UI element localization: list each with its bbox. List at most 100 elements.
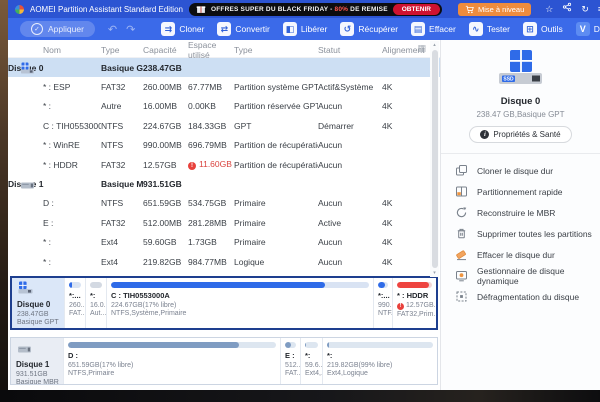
partition-block-winre[interactable]: *:... 990... NTF... — [373, 278, 392, 328]
apply-button[interactable]: ✓ Appliquer — [20, 21, 95, 37]
app-window: AOMEI Partition Assistant Standard Editi… — [8, 0, 600, 390]
disk1-visual-panel[interactable]: Disque 1 931.51GB Basique MBR D : 651.59… — [10, 337, 438, 385]
action-disk-defrag[interactable]: Défragmentation du disque — [455, 286, 600, 307]
defrag-icon — [455, 290, 468, 303]
cart-icon — [465, 5, 474, 14]
action-delete-all-partitions[interactable]: Supprimer toutes les partitions — [455, 223, 600, 244]
get-offer-button[interactable]: OBTENIR — [393, 4, 440, 15]
wipe-icon: ▤ — [411, 22, 425, 36]
sidebar-disk-title: Disque 0 — [441, 96, 600, 107]
partition-block-hddr[interactable]: * : HDDR !12.57GB.. FAT32,Prim... — [392, 278, 436, 328]
desktop-background — [0, 0, 8, 390]
ssd-disk-icon — [20, 62, 35, 76]
column-chooser-icon[interactable]: ▦ — [417, 43, 426, 54]
partition-block-c-drive[interactable]: C : TIH0553000A 224.67GB(17% libre) NTFS… — [106, 278, 373, 328]
action-quick-partition[interactable]: Partitionnement rapide — [455, 181, 600, 202]
title-bar: AOMEI Partition Assistant Standard Editi… — [8, 0, 600, 18]
toolbar-item-recover[interactable]: ↺ Récupérer — [340, 22, 398, 36]
share-icon[interactable] — [562, 0, 572, 18]
col-type2[interactable]: Type — [234, 45, 318, 55]
table-row-winre[interactable]: * : WinRE NTFS 990.00MB 696.79MB Partiti… — [8, 136, 440, 155]
hdd-disk-icon — [16, 342, 33, 354]
table-row-ext4-logical[interactable]: * : Ext4 219.82GB 984.77MB Logique Aucun… — [8, 252, 440, 271]
partition-block-ext4-primary[interactable]: *: 59.6... Ext4,... — [300, 338, 322, 384]
action-rebuild-mbr[interactable]: Reconstruire le MBR — [455, 202, 600, 223]
partition-block-d-drive[interactable]: D : 651.59GB(17% libre) NTFS,Primaire — [63, 338, 280, 384]
scroll-up-icon[interactable]: ▴ — [433, 41, 436, 49]
partition-block-e-drive[interactable]: E : 512... FAT... — [280, 338, 300, 384]
disk-map-panels: Disque 0 238.47GB Basique GPT *:... 260.… — [10, 276, 438, 385]
warning-icon: ! — [397, 303, 404, 310]
warning-icon: ! — [188, 162, 196, 170]
action-wipe-disk[interactable]: Effacer le disque dur — [455, 244, 600, 265]
toolbar-item-tools[interactable]: ⊞ Outils — [523, 22, 563, 36]
col-type[interactable]: Type — [101, 45, 143, 55]
disk0-info-block[interactable]: Disque 0 238.47GB Basique GPT — [12, 278, 64, 328]
taskbar-background — [0, 390, 600, 402]
sidebar-actions: Cloner le disque dur Partitionnement rap… — [441, 154, 600, 307]
promo-discount: 80% — [335, 6, 349, 13]
scroll-down-icon[interactable]: ▾ — [433, 269, 436, 277]
table-row-c-drive[interactable]: C : TIH0553000A NTFS 224.67GB 184.33GB G… — [8, 116, 440, 135]
apply-label: Appliquer — [48, 24, 84, 34]
table-row-disk1[interactable]: Disque 1 Basique MBR 931.51GB — [8, 174, 440, 193]
table-row-reserved[interactable]: * : Autre 16.00MB 0.00KB Partition réser… — [8, 97, 440, 116]
action-clone-disk[interactable]: Cloner le disque dur — [455, 160, 600, 181]
favorite-icon[interactable]: ☆ — [545, 0, 553, 18]
quick-partition-icon — [455, 185, 468, 198]
ssd-disk-large-icon: SSD — [498, 49, 544, 87]
window-controls: ☆ ↻ ≡ − □ × — [545, 0, 600, 18]
table-row-d-drive[interactable]: D : NTFS 651.59GB 534.75GB Primaire Aucu… — [8, 194, 440, 213]
partition-block-reserved[interactable]: *: 16.0... Aut... — [85, 278, 106, 328]
disk1-info-block[interactable]: Disque 1 931.51GB Basique MBR — [11, 338, 63, 384]
redo-button[interactable]: ↷ — [126, 23, 135, 36]
upgrade-button[interactable]: Mise à niveau — [458, 3, 531, 16]
toolbar-item-test[interactable]: ∿ Tester — [469, 22, 510, 36]
table-row-hddr[interactable]: * : HDDR FAT32 12.57GB !11.60GB Partitio… — [8, 155, 440, 174]
toolbar-item-wipe[interactable]: ▤ Effacer — [411, 22, 456, 36]
aomei-logo-icon — [15, 5, 24, 14]
tools-icon: ⊞ — [523, 22, 537, 36]
toolbar-item-convert[interactable]: ⇄ Convertir — [217, 22, 269, 36]
table-scrollbar[interactable]: ▴ ▾ — [430, 41, 439, 277]
rebuild-mbr-icon — [455, 206, 468, 219]
disk0-visual-panel[interactable]: Disque 0 238.47GB Basique GPT *:... 260.… — [10, 276, 438, 330]
scrollbar-thumb[interactable] — [432, 50, 438, 268]
partition-block-ext4-logical[interactable]: *: 219.82GB(99% libre) Ext4,Logique — [322, 338, 437, 384]
clone-disk-icon — [455, 164, 468, 177]
ssd-disk-icon — [17, 281, 34, 294]
toolbar-item-free-up[interactable]: ◧ Libérer — [283, 22, 327, 36]
table-row-ext4-primary[interactable]: * : Ext4 59.60GB 1.73GB Primaire Aucun 4… — [8, 233, 440, 252]
col-nom[interactable]: Nom — [8, 45, 101, 55]
col-statut[interactable]: Statut — [318, 45, 382, 55]
sidebar-disk-subtitle: 238.47 GB,Basique GPT — [441, 110, 600, 119]
free-up-icon: ◧ — [283, 22, 297, 36]
action-dynamic-disk-manager[interactable]: Gestionnaire de disque dynamique — [455, 265, 600, 286]
main-area: Nom Type Capacité Espace utilisé Type St… — [8, 40, 600, 390]
gift-icon — [196, 4, 206, 14]
dynamic-disk-manager-icon — [455, 269, 468, 282]
hdd-disk-icon — [20, 178, 35, 192]
toolbar-item-virtual-disk[interactable]: V Disque virtuel — [576, 22, 600, 36]
refresh-icon[interactable]: ↻ — [581, 0, 589, 18]
delete-all-partitions-icon — [455, 227, 468, 240]
toolbar-item-clone[interactable]: ⇉ Cloner — [161, 22, 204, 36]
app-title: AOMEI Partition Assistant Standard Editi… — [30, 5, 183, 14]
promo-text: OFFRES SUPER DU BLACK FRIDAY - 80% DE RE… — [211, 6, 388, 13]
convert-icon: ⇄ — [217, 22, 231, 36]
table-row-esp[interactable]: * : ESP FAT32 260.00MB 67.77MB Partition… — [8, 77, 440, 96]
clone-icon: ⇉ — [161, 22, 175, 36]
table-row-e-drive[interactable]: E : FAT32 512.00MB 281.28MB Primaire Act… — [8, 213, 440, 232]
promo-banner: OFFRES SUPER DU BLACK FRIDAY - 80% DE RE… — [189, 3, 442, 16]
partition-block-esp[interactable]: *:... 260... FAT... — [64, 278, 85, 328]
col-espace-utilise[interactable]: Espace utilisé — [188, 40, 234, 60]
table-body: Disque 0 Basique GPT 238.47GB * : ESP FA… — [8, 58, 440, 271]
check-icon: ✓ — [31, 23, 43, 35]
table-header: Nom Type Capacité Espace utilisé Type St… — [8, 40, 440, 58]
col-capacite[interactable]: Capacité — [143, 45, 188, 55]
wipe-disk-icon — [455, 248, 468, 261]
properties-health-button[interactable]: i Propriétés & Santé — [469, 126, 571, 143]
undo-button[interactable]: ↶ — [108, 23, 117, 36]
test-icon: ∿ — [469, 22, 483, 36]
table-row-disk0[interactable]: Disque 0 Basique GPT 238.47GB — [8, 58, 440, 77]
